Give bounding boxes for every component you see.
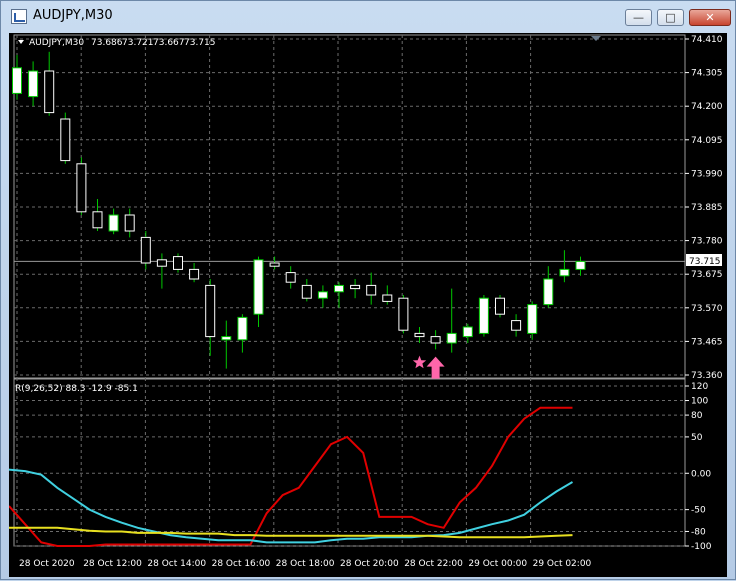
candle[interactable]: [189, 268, 200, 280]
candle[interactable]: [317, 291, 328, 299]
time-axis-label: 28 Oct 12:00: [83, 559, 142, 569]
candle[interactable]: [559, 268, 570, 277]
chart-window-icon: [11, 9, 27, 24]
candle[interactable]: [495, 297, 505, 315]
candle[interactable]: [140, 236, 151, 264]
star-icon: [412, 355, 427, 369]
candle[interactable]: [156, 259, 167, 267]
price-axis-label: 74.305: [691, 69, 723, 79]
candle[interactable]: [478, 297, 489, 334]
time-axis-label: 29 Oct 02:00: [533, 559, 592, 569]
indicator-axis-label: 0.00: [691, 469, 711, 479]
candle[interactable]: [430, 336, 441, 344]
candle[interactable]: [511, 320, 522, 331]
price-axis-label: 73.570: [691, 304, 723, 314]
candle[interactable]: [543, 278, 554, 306]
candle[interactable]: [575, 260, 586, 270]
time-axis-label: 28 Oct 2020: [19, 559, 75, 569]
symbol-dropdown-icon[interactable]: [18, 40, 24, 44]
maximize-button[interactable]: □: [657, 9, 684, 26]
terminal-window: AUDJPY,M30 — □ ✕ 28 Oct 2020 28 Oct 12:00…: [0, 0, 736, 580]
candle[interactable]: [382, 294, 393, 302]
price-axis-label: 73.360: [691, 371, 723, 381]
indicator-axis-label: 50: [691, 433, 703, 443]
candle[interactable]: [462, 326, 473, 338]
price-axis-label: 73.990: [691, 169, 723, 179]
open-value: 73.686: [91, 38, 123, 48]
price-axis-label: 73.885: [691, 203, 723, 213]
time-axis-label: 28 Oct 22:00: [404, 559, 463, 569]
indicator-label: R(9,26,52) 88.3 -12.9 -85.1: [15, 384, 138, 394]
candle[interactable]: [253, 259, 264, 315]
window-title: AUDJPY,M30: [33, 8, 113, 23]
time-axis-label: 28 Oct 20:00: [340, 559, 399, 569]
candle[interactable]: [92, 211, 103, 229]
high-value: 73.721: [122, 38, 154, 48]
candle[interactable]: [28, 70, 39, 98]
time-axis-label: 28 Oct 18:00: [276, 559, 335, 569]
indicator-axis-label: -100: [691, 542, 712, 552]
indicator-line-3: [9, 526, 573, 539]
candle[interactable]: [221, 336, 232, 341]
candle[interactable]: [76, 163, 87, 213]
minimize-button[interactable]: —: [625, 9, 652, 26]
price-axis-label: 73.780: [691, 237, 723, 247]
candle[interactable]: [285, 272, 296, 283]
candle[interactable]: [12, 67, 22, 94]
indicator-axis-label: 100: [691, 397, 708, 407]
candle[interactable]: [269, 262, 280, 267]
price-axis-label: 73.465: [691, 337, 723, 347]
chart-area[interactable]: 28 Oct 2020 28 Oct 12:00 28 Oct 14:00 28 Oc…: [8, 33, 727, 577]
candle[interactable]: [237, 316, 248, 341]
indicator-axis-label: -80: [691, 527, 706, 537]
candle[interactable]: [173, 256, 183, 270]
time-axis-label: 29 Oct 00:00: [468, 559, 527, 569]
candle[interactable]: [44, 70, 55, 114]
indicator-axis-label: 120: [691, 382, 708, 392]
chart-symbol-label: AUDJPY,M30: [29, 38, 84, 48]
price-axis-label: 74.410: [691, 35, 723, 45]
time-axis-label: 28 Oct 16:00: [212, 559, 271, 569]
current-price-value: 73.715: [689, 257, 721, 267]
candle[interactable]: [205, 284, 216, 338]
indicator-axis-label: -50: [691, 506, 706, 516]
candle[interactable]: [124, 214, 135, 232]
price-axis-label: 73.675: [691, 270, 723, 280]
candle[interactable]: [334, 284, 344, 293]
candle[interactable]: [414, 332, 425, 338]
candle[interactable]: [366, 284, 377, 296]
candle[interactable]: [108, 214, 119, 232]
price-axis-label: 74.095: [691, 136, 723, 146]
close-button[interactable]: ✕: [689, 9, 731, 26]
close-value: 73.715: [184, 38, 216, 48]
candle[interactable]: [398, 297, 409, 331]
candle[interactable]: [60, 118, 71, 162]
time-axis-label: 28 Oct 14:00: [147, 559, 206, 569]
candle[interactable]: [301, 284, 312, 299]
low-value: 73.667: [153, 38, 185, 48]
price-axis-label: 74.200: [691, 102, 723, 112]
title-bar[interactable]: AUDJPY,M30 — □ ✕: [1, 1, 735, 33]
candle[interactable]: [446, 332, 457, 344]
candle[interactable]: [527, 304, 538, 334]
indicator-axis-label: 80: [691, 411, 703, 421]
price-chart[interactable]: 28 Oct 2020 28 Oct 12:00 28 Oct 14:00 28 Oc…: [8, 33, 727, 577]
candle[interactable]: [350, 284, 361, 290]
